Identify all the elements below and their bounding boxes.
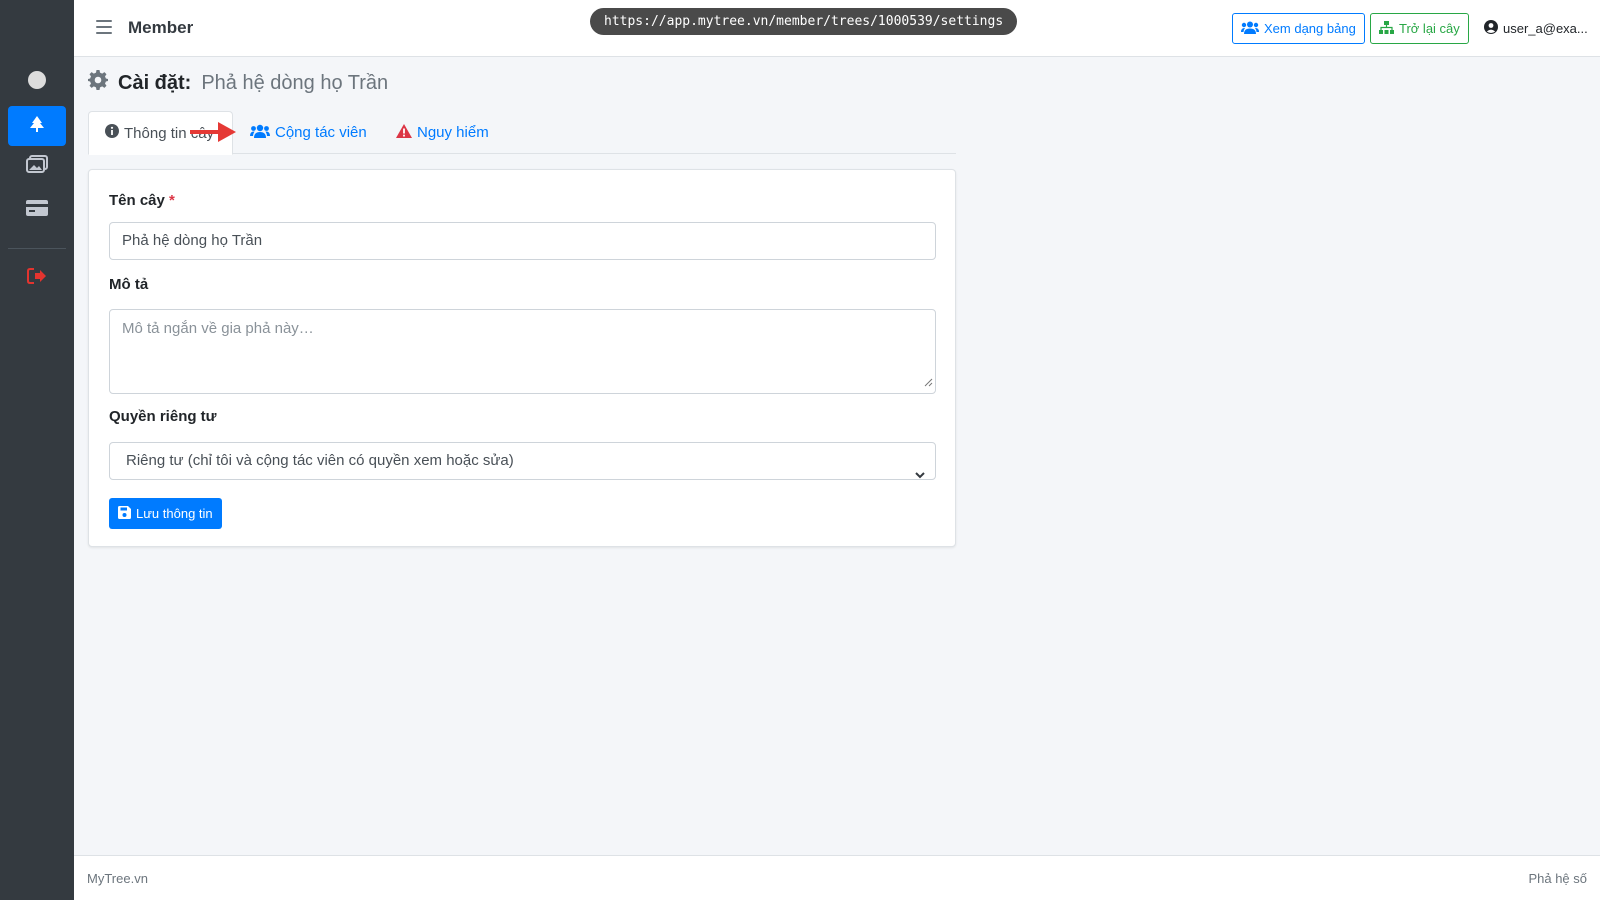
credit-card-icon — [26, 200, 48, 220]
circle-icon — [27, 70, 47, 94]
page-title: Cài đặt: Phả hệ dòng họ Trần — [88, 70, 388, 96]
description-textarea[interactable]: Mô tả ngắn về gia phả này… — [109, 309, 936, 394]
back-to-tree-button[interactable]: Trở lại cây — [1370, 13, 1469, 44]
footer-brand-link[interactable]: MyTree.vn — [87, 871, 148, 886]
sign-out-icon — [27, 268, 47, 288]
settings-form-card: Tên cây * Phả hệ dòng họ Trần Mô tả Mô t… — [88, 169, 956, 547]
brand-title: Member — [128, 18, 194, 37]
sidebar-item-images[interactable] — [8, 146, 66, 186]
view-table-button[interactable]: Xem dạng bảng — [1232, 13, 1365, 44]
back-to-tree-label: Trở lại cây — [1399, 21, 1460, 36]
privacy-select[interactable]: Riêng tư (chỉ tôi và cộng tác viên có qu… — [109, 442, 936, 480]
tree-icon — [28, 115, 46, 137]
users-icon — [250, 124, 270, 142]
user-menu[interactable]: user_a@exa... — [1484, 20, 1588, 37]
save-button[interactable]: Lưu thông tin — [109, 498, 222, 529]
footer-tagline: Phả hệ số — [1528, 871, 1587, 886]
tree-name-input[interactable]: Phả hệ dòng họ Trần — [109, 222, 936, 260]
sidebar-item-logout[interactable] — [8, 258, 66, 298]
sidebar-item-tree[interactable] — [8, 106, 66, 146]
images-icon — [26, 155, 48, 177]
save-button-label: Lưu thông tin — [136, 506, 213, 521]
tree-name-label: Tên cây * — [109, 192, 175, 209]
page-title-label: Cài đặt: — [118, 71, 192, 94]
info-icon — [105, 124, 119, 142]
annotation-arrow-icon — [190, 121, 236, 147]
view-table-label: Xem dạng bảng — [1264, 21, 1356, 36]
warning-icon — [396, 123, 412, 142]
tab-danger-label: Nguy hiểm — [417, 124, 489, 141]
user-email: user_a@exa... — [1503, 21, 1588, 36]
gear-icon — [88, 70, 108, 96]
sidebar — [0, 0, 74, 900]
tab-collaborators[interactable]: Cộng tác viên — [234, 111, 383, 154]
privacy-label: Quyền riêng tư — [109, 408, 217, 425]
page-title-tree-name: Phả hệ dòng họ Trần — [201, 71, 389, 94]
required-marker: * — [169, 192, 175, 209]
sidebar-item-billing[interactable] — [8, 190, 66, 230]
sitemap-icon — [1379, 20, 1394, 37]
floppy-disk-icon — [118, 505, 131, 522]
user-circle-icon — [1484, 20, 1498, 37]
footer: MyTree.vn Phả hệ số — [74, 855, 1600, 900]
description-label: Mô tả — [109, 276, 149, 293]
description-placeholder: Mô tả ngắn về gia phả này… — [122, 320, 314, 337]
tab-danger[interactable]: Nguy hiểm — [380, 111, 505, 154]
sidebar-divider — [8, 248, 66, 249]
tree-name-label-text: Tên cây — [109, 192, 165, 209]
chevron-down-icon — [915, 457, 925, 493]
privacy-selected-value: Riêng tư (chỉ tôi và cộng tác viên có qu… — [126, 452, 514, 469]
resize-handle-icon[interactable] — [924, 374, 933, 391]
url-bar: https://app.mytree.vn/member/trees/10005… — [590, 8, 1018, 35]
sidebar-item-home[interactable] — [8, 62, 66, 102]
menu-toggle-icon[interactable] — [96, 20, 112, 34]
users-icon — [1241, 21, 1259, 37]
tab-collaborators-label: Cộng tác viên — [275, 124, 367, 141]
